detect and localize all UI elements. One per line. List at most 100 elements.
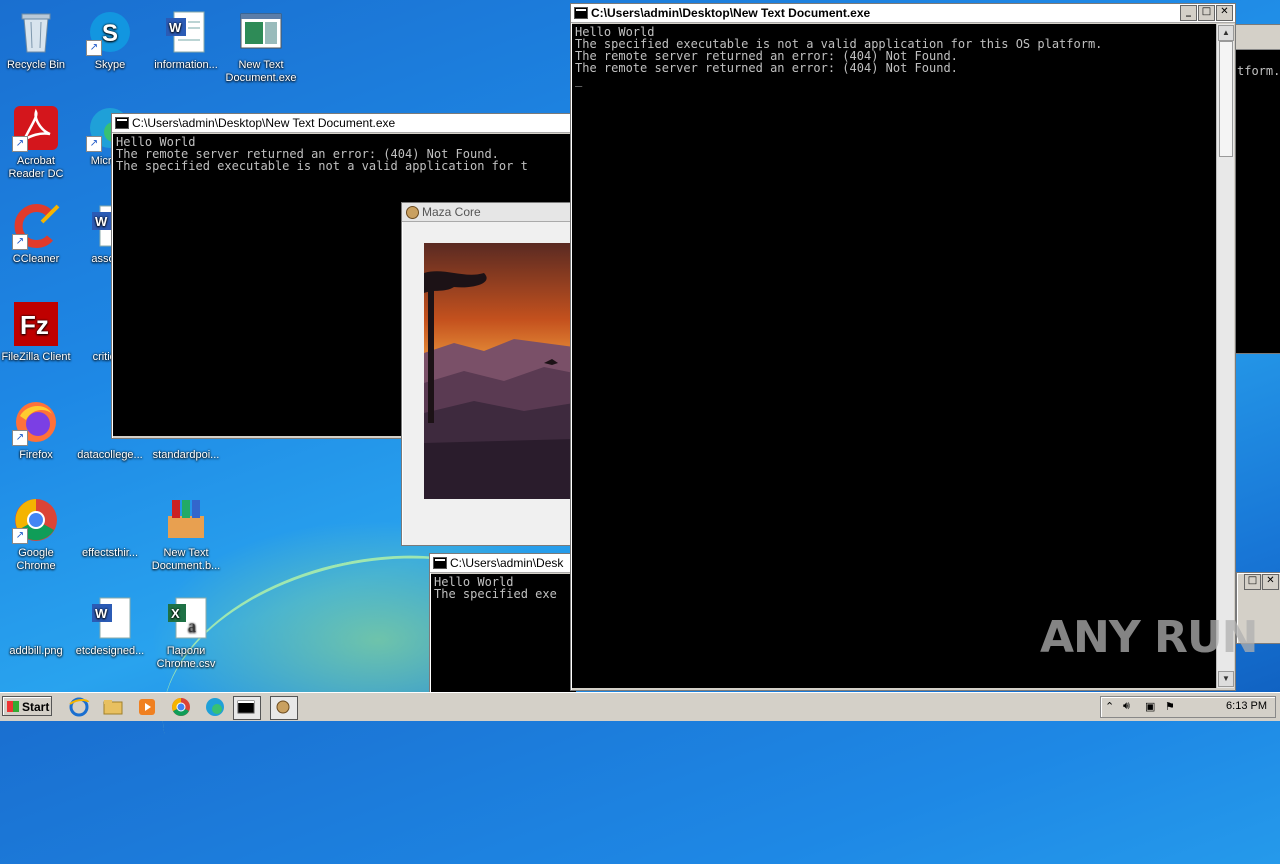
explorer-folder-icon[interactable]: [102, 696, 124, 718]
ccleaner-icon: ↗: [12, 202, 60, 250]
icon-label: New Text Document.exe: [225, 59, 297, 84]
vertical-scrollbar[interactable]: ▲ ▼: [1216, 24, 1234, 688]
chrome-icon[interactable]: [170, 696, 192, 718]
taskbar-maza-button[interactable]: [270, 696, 298, 720]
icon-label: datacollege...: [77, 449, 143, 461]
minimize-button[interactable]: _: [1180, 5, 1197, 21]
desktop-icon-firefox[interactable]: ↗ Firefox: [0, 398, 72, 462]
console-icon: [574, 7, 588, 19]
icon-label: Acrobat Reader DC: [8, 155, 64, 180]
blank-file-icon: [12, 594, 60, 642]
exe-icon: [237, 8, 285, 56]
blank-file-icon: [86, 496, 134, 544]
ie-icon[interactable]: [68, 696, 90, 718]
icon-label: FileZilla Client: [1, 351, 71, 363]
chrome-icon: ↗: [12, 496, 60, 544]
desktop-icon-new-text-document-bat[interactable]: New Text Document.b...: [150, 496, 222, 573]
window-title: C:\Users\admin\Desktop\New Text Document…: [591, 6, 871, 20]
icon-label: Firefox: [19, 449, 53, 461]
clock[interactable]: 6:13 PM: [1226, 700, 1267, 712]
window-titlebar[interactable]: [1235, 25, 1280, 50]
edge-icon[interactable]: [204, 696, 226, 718]
scroll-up-button[interactable]: ▲: [1218, 25, 1234, 41]
window-title: C:\Users\admin\Desk: [450, 556, 564, 570]
maximize-button[interactable]: □: [1244, 574, 1261, 590]
scroll-thumb[interactable]: [1219, 41, 1233, 157]
svg-text:S: S: [102, 20, 118, 47]
word-doc-icon: W: [162, 8, 210, 56]
action-center-flag-icon[interactable]: ⚑: [1165, 700, 1175, 713]
icon-label: Recycle Bin: [6, 59, 66, 71]
window-buttons: _ □ ✕: [1180, 5, 1233, 21]
recycle-bin-icon: [12, 8, 60, 56]
system-tray: ⌃ 🔊︎ ▣ ⚑ 6:13 PM: [1100, 696, 1276, 718]
svg-text:W: W: [169, 20, 182, 35]
icon-label: etcdesigned...: [75, 645, 145, 657]
window-titlebar[interactable]: C:\Users\admin\Desk: [430, 554, 575, 573]
icon-label: New Text Document.b...: [151, 547, 221, 572]
tray-expand-icon[interactable]: ⌃: [1105, 700, 1114, 713]
maximize-button[interactable]: □: [1198, 5, 1215, 21]
desktop-icon-acrobat[interactable]: ↗ Acrobat Reader DC: [0, 104, 72, 181]
svg-text:X: X: [171, 606, 180, 621]
network-icon[interactable]: ▣: [1145, 700, 1155, 713]
icon-label: effectsthir...: [81, 547, 139, 559]
svg-text:a: a: [188, 616, 196, 636]
media-player-icon[interactable]: [136, 696, 158, 718]
filezilla-icon: Fz: [12, 300, 60, 348]
icon-label: standardpoi...: [152, 449, 220, 461]
window-buttons: □ ✕: [1244, 574, 1279, 590]
window-titlebar[interactable]: C:\Users\admin\Desktop\New Text Document…: [112, 114, 574, 133]
desktop-icon-new-text-document-exe[interactable]: New Text Document.exe: [225, 8, 297, 85]
console-output: Hello World The specified executable is …: [572, 24, 1218, 688]
anyrun-watermark: ANY RUN: [1040, 612, 1258, 663]
desktop-icon-filezilla[interactable]: Fz FileZilla Client: [0, 300, 72, 364]
winrar-icon: [162, 496, 210, 544]
svg-text:W: W: [95, 214, 108, 229]
window-title: C:\Users\admin\Desktop\New Text Document…: [132, 116, 396, 130]
icon-label: CCleaner: [12, 253, 60, 265]
taskbar-console-button[interactable]: [233, 696, 261, 720]
windows-flag-icon: [7, 701, 19, 712]
console-window-main[interactable]: C:\Users\admin\Desktop\New Text Document…: [570, 3, 1236, 691]
icon-label: Google Chrome: [16, 547, 56, 572]
console-icon: [115, 117, 129, 129]
svg-text:W: W: [95, 606, 108, 621]
desktop-icon-etcdesigned[interactable]: W etcdesigned...: [74, 594, 146, 658]
desktop-icon-chrome[interactable]: ↗ Google Chrome: [0, 496, 72, 573]
window-titlebar[interactable]: C:\Users\admin\Desktop\New Text Document…: [571, 4, 1235, 23]
console-icon: [433, 557, 447, 569]
window-title: Maza Core: [422, 205, 481, 219]
desktop-icon-skype[interactable]: S ↗ Skype: [74, 8, 146, 72]
icon-label: information...: [154, 59, 218, 71]
acrobat-icon: ↗: [12, 104, 60, 152]
volume-icon[interactable]: 🔊︎: [1123, 700, 1130, 713]
skype-icon: S ↗: [86, 8, 134, 56]
scroll-down-button[interactable]: ▼: [1218, 671, 1234, 687]
close-button[interactable]: ✕: [1262, 574, 1279, 590]
word-doc-icon: W: [86, 594, 134, 642]
maza-core-window[interactable]: Maza Core: [401, 202, 575, 546]
desktop-icon-information[interactable]: W information...: [150, 8, 222, 72]
excel-icon: Xa: [162, 594, 210, 642]
window-titlebar[interactable]: Maza Core: [402, 203, 574, 222]
desktop-icon-recycle-bin[interactable]: Recycle Bin: [0, 8, 72, 72]
icon-label: Skype: [94, 59, 126, 71]
desktop-icon-addbill[interactable]: addbill.png: [0, 594, 72, 658]
sunset-artwork: [424, 243, 574, 499]
desktop-icon-ccleaner[interactable]: ↗ CCleaner: [0, 202, 72, 266]
console-window-tertiary[interactable]: C:\Users\admin\Desk Hello World The spec…: [429, 553, 576, 696]
start-button[interactable]: Start: [2, 696, 52, 716]
close-button[interactable]: ✕: [1216, 5, 1233, 21]
icon-label: addbill.png: [9, 645, 63, 657]
console-output: Hello World The specified exe: [431, 574, 576, 696]
taskbar: Start ⌃ 🔊︎ ▣ ⚑ 6:13 PM: [0, 692, 1280, 721]
desktop-icon-paroli-chrome-csv[interactable]: Xa Пароли Chrome.csv: [150, 594, 222, 671]
firefox-icon: ↗: [12, 398, 60, 446]
icon-label: Пароли Chrome.csv: [156, 645, 216, 670]
start-label: Start: [22, 700, 50, 714]
desktop-icon-effectsthir[interactable]: effectsthir...: [74, 496, 146, 560]
console-window-partial-right[interactable]: tform.: [1234, 24, 1280, 354]
maza-app-icon: [406, 206, 419, 219]
svg-text:Fz: Fz: [20, 310, 49, 340]
